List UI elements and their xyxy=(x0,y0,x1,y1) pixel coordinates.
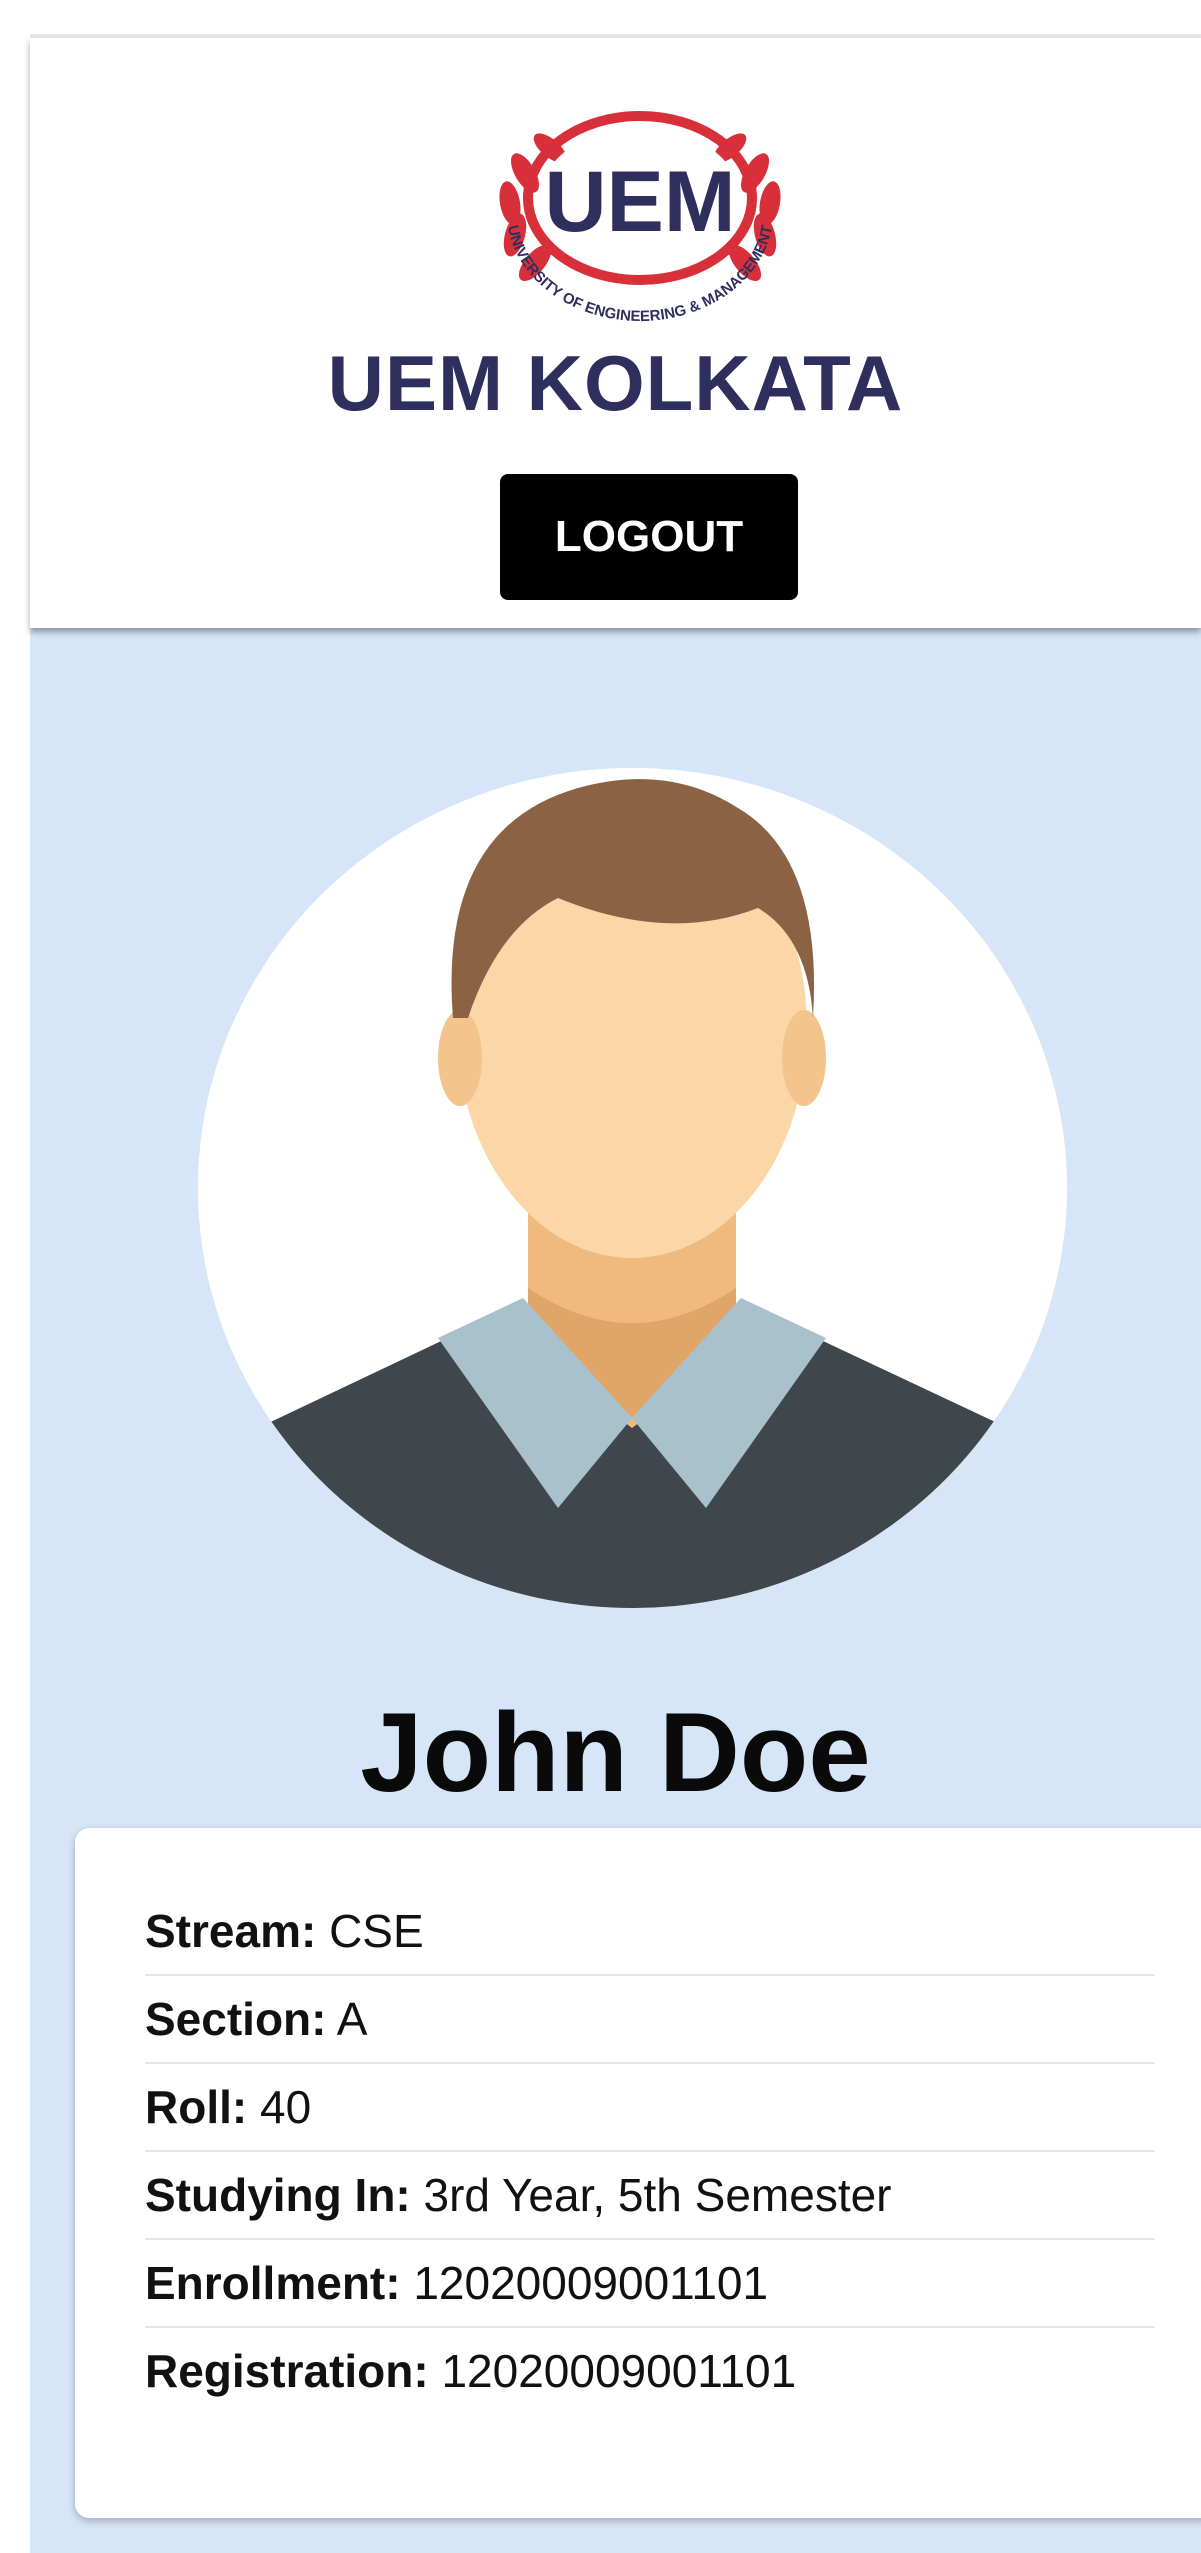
field-value: CSE xyxy=(329,1905,424,1957)
field-label: Registration: xyxy=(145,2345,429,2397)
info-row-enrollment: Enrollment: 12020009001101 xyxy=(145,2240,1155,2328)
svg-text:UEM: UEM xyxy=(544,154,735,250)
field-label: Studying In: xyxy=(145,2169,411,2221)
field-label: Section: xyxy=(145,1993,327,2045)
field-label: Roll: xyxy=(145,2081,248,2133)
logout-button[interactable]: LOGOUT xyxy=(500,474,798,600)
field-value: A xyxy=(336,1993,368,2045)
info-row-section: Section: A xyxy=(145,1976,1155,2064)
info-row-stream: Stream: CSE xyxy=(145,1888,1155,1976)
app-title: UEM KOLKATA xyxy=(327,339,904,427)
avatar xyxy=(198,768,1067,1608)
field-value: 3rd Year, 5th Semester xyxy=(423,2169,892,2221)
field-value: 12020009001101 xyxy=(441,2345,797,2397)
info-row-studying-in: Studying In: 3rd Year, 5th Semester xyxy=(145,2152,1155,2240)
student-info-list: Stream: CSE Section: A Roll: 40 Studying… xyxy=(145,1888,1155,2414)
field-value: 40 xyxy=(259,2081,312,2133)
student-info-card: Stream: CSE Section: A Roll: 40 Studying… xyxy=(75,1828,1201,2518)
uem-logo: UEM UNIVERSITY OF ENGINEERING & MANAGEME… xyxy=(499,111,781,325)
student-name: John Doe xyxy=(360,1690,871,1815)
info-row-registration: Registration: 12020009001101 xyxy=(145,2328,1155,2414)
field-value: 12020009001101 xyxy=(413,2257,769,2309)
profile-section: John Doe Stream: CSE Section: A Roll: 40… xyxy=(30,628,1201,2553)
field-label: Enrollment: xyxy=(145,2257,401,2309)
info-row-roll: Roll: 40 xyxy=(145,2064,1155,2152)
user-avatar-icon xyxy=(198,768,1067,1608)
app-header: UEM UNIVERSITY OF ENGINEERING & MANAGEME… xyxy=(30,38,1201,628)
field-label: Stream: xyxy=(145,1905,317,1957)
